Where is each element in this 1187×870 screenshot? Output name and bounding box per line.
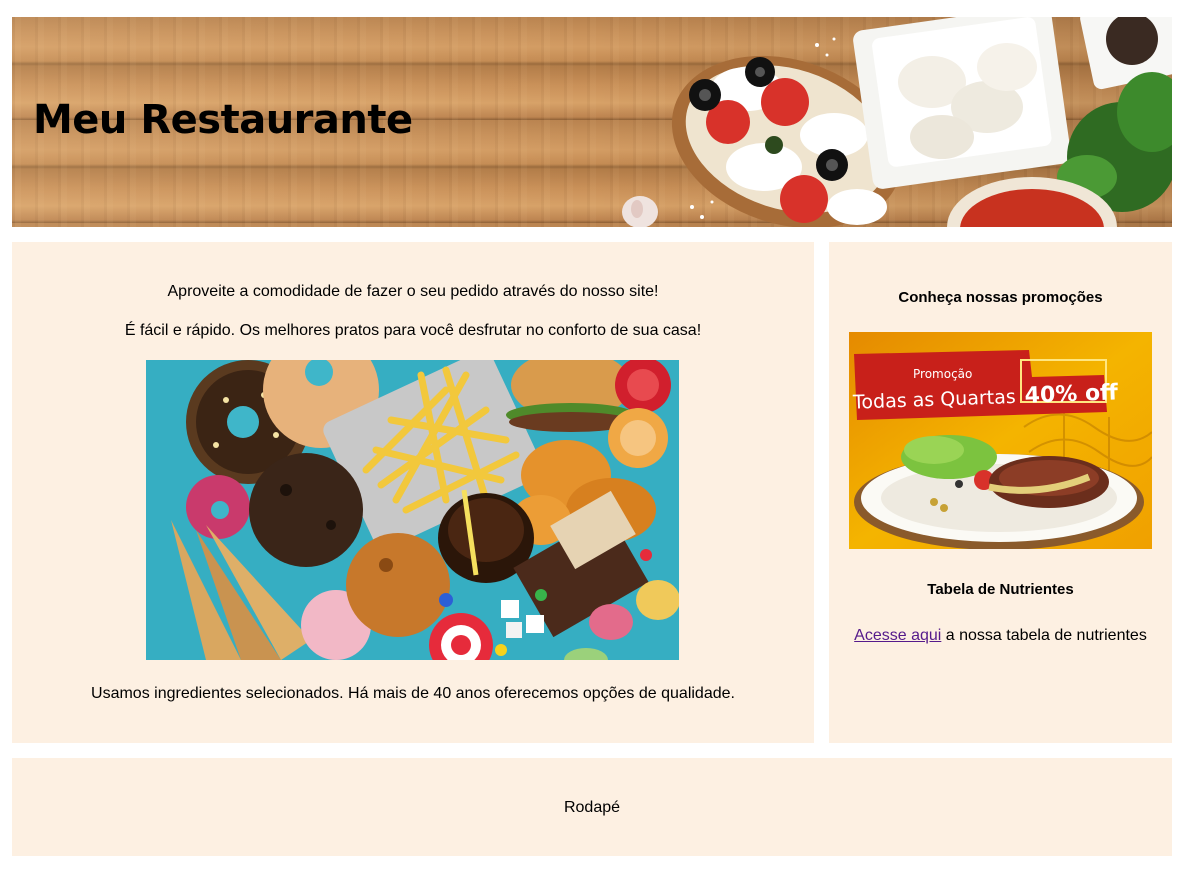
intro-text-2: É fácil e rápido. Os melhores pratos par… bbox=[124, 322, 702, 339]
promo-day-label: Todas as Quartas bbox=[852, 385, 1017, 414]
promo-small-label: Promoção bbox=[913, 367, 973, 381]
nutrients-paragraph: Acesse aqui a nossa tabela de nutrientes bbox=[829, 627, 1172, 645]
footer-label: Rodapé bbox=[563, 799, 621, 816]
main-content: Aproveite a comodidade de fazer o seu pe… bbox=[12, 242, 814, 743]
site-title: Meu Restaurante bbox=[33, 97, 413, 143]
promo-discount-label: 40% off bbox=[1024, 380, 1119, 409]
junk-food-image bbox=[146, 360, 679, 660]
intro-text-1: Aproveite a comodidade de fazer o seu pe… bbox=[167, 283, 659, 300]
promo-heading: Conheça nossas promoções bbox=[898, 289, 1103, 306]
promo-banner-image[interactable]: Promoção Todas as Quartas 40% off bbox=[849, 332, 1152, 549]
footer: Rodapé bbox=[12, 758, 1172, 856]
nutrients-text: a nossa tabela de nutrientes bbox=[941, 627, 1147, 644]
header-banner: Meu Restaurante bbox=[12, 17, 1172, 227]
nutrients-link[interactable]: Acesse aqui bbox=[854, 627, 941, 644]
quality-text: Usamos ingredientes selecionados. Há mai… bbox=[91, 685, 735, 702]
sidebar: Conheça nossas promoções Promoção Todas … bbox=[829, 242, 1172, 743]
nutrients-heading: Tabela de Nutrientes bbox=[927, 581, 1074, 598]
